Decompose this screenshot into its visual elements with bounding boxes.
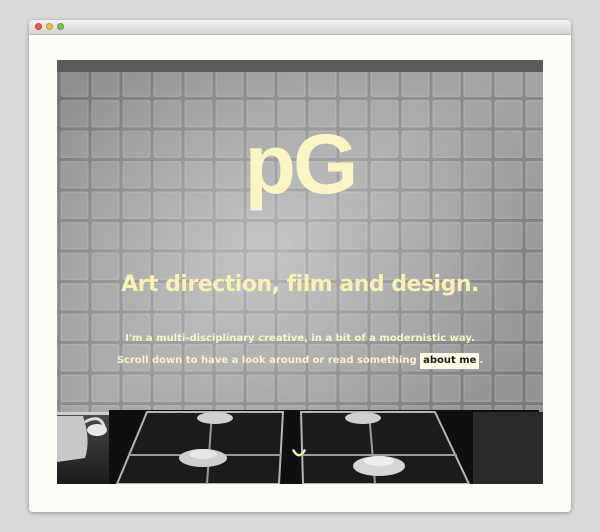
window-minimize-button[interactable]	[46, 23, 53, 30]
intro-line-2-end: .	[479, 355, 484, 366]
browser-window: pG Art direction, film and design. I'm a…	[29, 20, 571, 512]
window-maximize-button[interactable]	[57, 23, 64, 30]
about-me-link[interactable]: about me	[420, 353, 480, 369]
window-titlebar	[29, 20, 571, 35]
hero-section: pG Art direction, film and design. I'm a…	[57, 60, 543, 484]
window-close-button[interactable]	[35, 23, 42, 30]
site-logo[interactable]: pG	[57, 122, 543, 206]
scroll-down-arc-icon[interactable]	[292, 449, 306, 458]
tagline-heading: Art direction, film and design.	[121, 272, 479, 297]
intro-line-1: I'm a multi-disciplinary creative, in a …	[125, 333, 475, 344]
intro-text: I'm a multi-disciplinary creative, in a …	[57, 328, 543, 372]
intro-line-2: Scroll down to have a look around or rea…	[57, 350, 543, 372]
intro-line-2-text: Scroll down to have a look around or rea…	[116, 355, 417, 366]
